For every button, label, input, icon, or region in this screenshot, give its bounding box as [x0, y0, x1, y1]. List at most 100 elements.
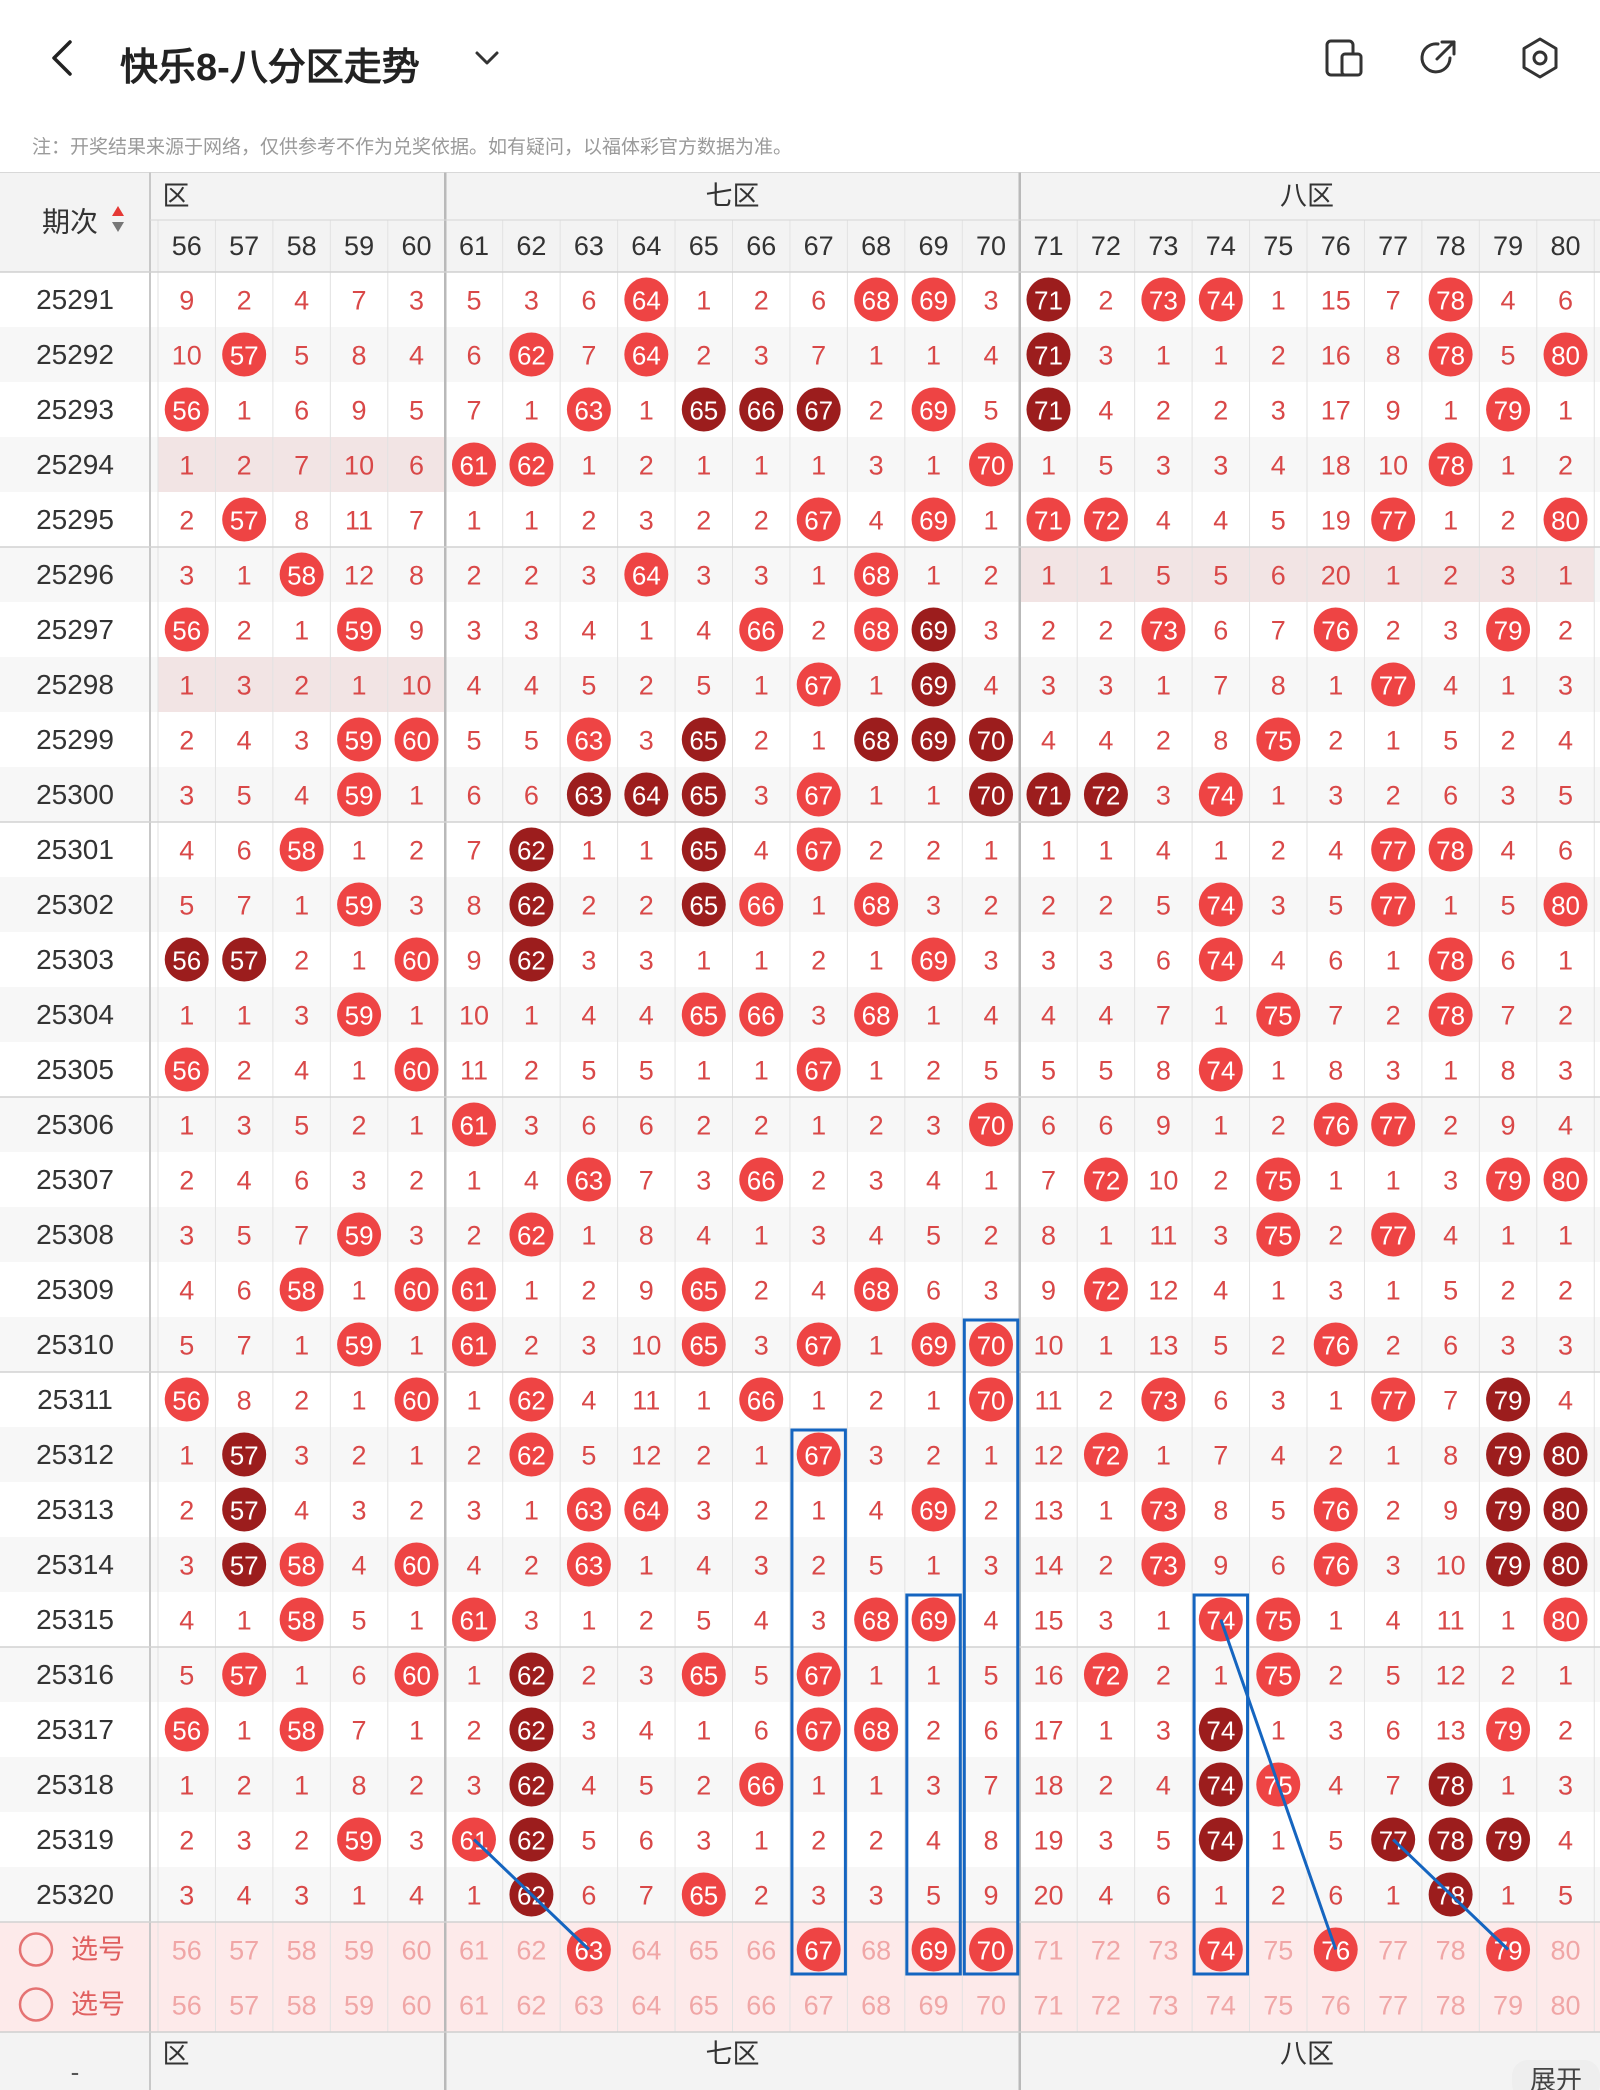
- miss-count: 3: [869, 451, 884, 481]
- miss-count: 7: [352, 1716, 367, 1746]
- select-cell[interactable]: 65: [689, 1936, 719, 1966]
- ball-number: 62: [517, 1716, 546, 1746]
- picked-number[interactable]: 69: [919, 1936, 948, 1966]
- miss-count: 4: [926, 1826, 941, 1856]
- select-cell[interactable]: 59: [344, 1936, 374, 1966]
- select-cell[interactable]: 80: [1551, 1991, 1581, 2021]
- select-cell[interactable]: 66: [746, 1991, 776, 2021]
- select-cell[interactable]: 75: [1263, 1936, 1293, 1966]
- select-cell[interactable]: 72: [1091, 1936, 1121, 1966]
- miss-count: 9: [352, 396, 367, 426]
- back-icon[interactable]: [44, 38, 84, 78]
- miss-count: 10: [172, 341, 202, 371]
- picked-number[interactable]: 74: [1206, 1936, 1235, 1966]
- period-header[interactable]: 期次: [42, 207, 98, 238]
- miss-count: 1: [1328, 1166, 1343, 1196]
- miss-count: 4: [1213, 1276, 1228, 1306]
- period-label: 25297: [36, 614, 114, 645]
- select-cell[interactable]: 77: [1378, 1991, 1408, 2021]
- select-cell[interactable]: 75: [1263, 1991, 1293, 2021]
- miss-count: 1: [869, 671, 884, 701]
- select-cell[interactable]: 62: [516, 1936, 546, 1966]
- select-cell[interactable]: 68: [861, 1936, 891, 1966]
- select-cell[interactable]: 57: [229, 1991, 259, 2021]
- miss-count: 1: [1271, 1716, 1286, 1746]
- miss-count: 2: [639, 1606, 654, 1636]
- ball-number: 66: [747, 616, 776, 646]
- select-cell[interactable]: 77: [1378, 1936, 1408, 1966]
- select-cell[interactable]: 64: [631, 1991, 661, 2021]
- select-cell[interactable]: 57: [229, 1936, 259, 1966]
- select-label[interactable]: 选号: [71, 1935, 125, 1965]
- select-cell[interactable]: 59: [344, 1991, 374, 2021]
- share-icon[interactable]: [1416, 36, 1460, 80]
- select-cell[interactable]: 64: [631, 1936, 661, 1966]
- miss-count: 3: [811, 1881, 826, 1911]
- miss-count: 4: [1156, 836, 1171, 866]
- select-cell[interactable]: 73: [1148, 1991, 1178, 2021]
- column-header: 80: [1551, 231, 1581, 261]
- ball-number: 65: [689, 1331, 718, 1361]
- miss-count: 5: [581, 1441, 596, 1471]
- select-cell[interactable]: 58: [287, 1936, 317, 1966]
- chevron-down-icon[interactable]: [474, 48, 500, 68]
- miss-count: 1: [926, 451, 941, 481]
- miss-count: 1: [294, 616, 309, 646]
- select-cell[interactable]: 61: [459, 1936, 489, 1966]
- miss-count: 2: [1156, 726, 1171, 756]
- select-cell[interactable]: 66: [746, 1936, 776, 1966]
- select-cell[interactable]: 69: [919, 1991, 949, 2021]
- select-cell[interactable]: 72: [1091, 1991, 1121, 2021]
- select-cell[interactable]: 60: [402, 1936, 432, 1966]
- device-icon[interactable]: [1322, 36, 1366, 80]
- ball-number: 77: [1379, 836, 1408, 866]
- miss-count: 2: [1098, 1771, 1113, 1801]
- select-cell[interactable]: 61: [459, 1991, 489, 2021]
- miss-count: 7: [466, 836, 481, 866]
- picked-number[interactable]: 70: [977, 1936, 1006, 1966]
- miss-count: 4: [409, 1881, 424, 1911]
- miss-count: 3: [1098, 946, 1113, 976]
- miss-count: 5: [1386, 1661, 1401, 1691]
- select-cell[interactable]: 80: [1551, 1936, 1581, 1966]
- miss-count: 1: [811, 451, 826, 481]
- select-cell[interactable]: 62: [516, 1991, 546, 2021]
- miss-count: 4: [1501, 836, 1516, 866]
- miss-count: 1: [811, 561, 826, 591]
- select-cell[interactable]: 76: [1321, 1991, 1351, 2021]
- select-cell[interactable]: 70: [976, 1991, 1006, 2021]
- select-cell[interactable]: 68: [861, 1991, 891, 2021]
- select-cell[interactable]: 65: [689, 1991, 719, 2021]
- ball-number: 79: [1494, 1166, 1523, 1196]
- page-title[interactable]: 快乐8-八分区走势: [120, 36, 420, 91]
- select-cell[interactable]: 79: [1493, 1991, 1523, 2021]
- picked-number[interactable]: 67: [804, 1936, 833, 1966]
- select-cell[interactable]: 56: [172, 1936, 202, 1966]
- select-cell[interactable]: 78: [1436, 1936, 1466, 1966]
- select-cell[interactable]: 73: [1148, 1936, 1178, 1966]
- select-cell[interactable]: 56: [172, 1991, 202, 2021]
- miss-count: 1: [237, 396, 252, 426]
- miss-count: 2: [237, 286, 252, 316]
- miss-count: 11: [1034, 1386, 1062, 1416]
- miss-count: 8: [1443, 1441, 1458, 1471]
- miss-count: 3: [1156, 451, 1171, 481]
- select-cell[interactable]: 74: [1206, 1991, 1236, 2021]
- miss-count: 1: [1098, 1716, 1113, 1746]
- select-cell[interactable]: 58: [287, 1991, 317, 2021]
- select-cell[interactable]: 71: [1033, 1936, 1063, 1966]
- miss-count: 9: [1156, 1111, 1171, 1141]
- select-cell[interactable]: 63: [574, 1991, 604, 2021]
- ball-number: 80: [1551, 1606, 1580, 1636]
- select-cell[interactable]: 71: [1033, 1991, 1063, 2021]
- select-cell[interactable]: 67: [804, 1991, 834, 2021]
- select-cell[interactable]: 60: [402, 1991, 432, 2021]
- expand-label[interactable]: 展开: [1530, 2065, 1582, 2090]
- picked-number[interactable]: 76: [1321, 1936, 1350, 1966]
- miss-count: 4: [1098, 1001, 1113, 1031]
- settings-icon[interactable]: [1518, 36, 1562, 80]
- miss-count: 5: [926, 1221, 941, 1251]
- miss-count: 7: [581, 341, 596, 371]
- select-cell[interactable]: 78: [1436, 1991, 1466, 2021]
- select-label[interactable]: 选号: [71, 1990, 125, 2020]
